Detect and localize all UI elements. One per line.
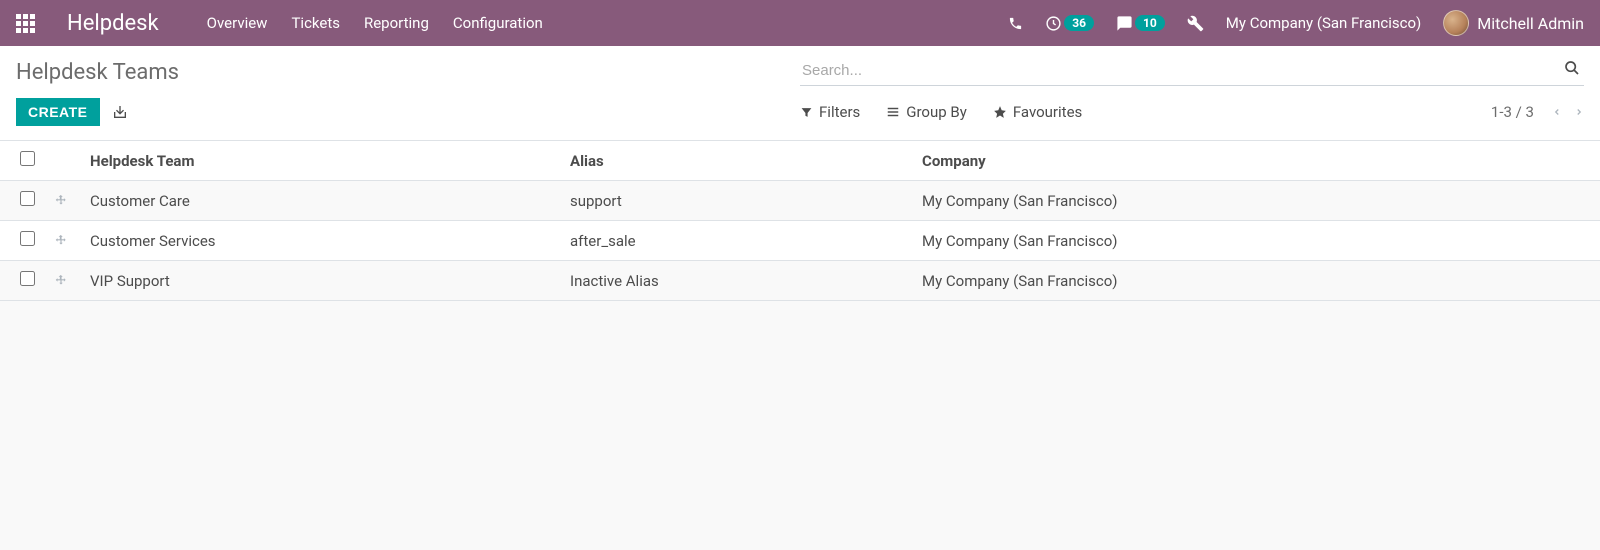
- pager-prev[interactable]: [1552, 104, 1562, 120]
- groupby-label: Group By: [906, 103, 967, 121]
- select-all-checkbox[interactable]: [20, 151, 35, 166]
- app-title[interactable]: Helpdesk: [67, 11, 159, 36]
- star-icon: [993, 105, 1007, 119]
- nav-reporting[interactable]: Reporting: [364, 14, 429, 32]
- nav-tickets[interactable]: Tickets: [291, 14, 340, 32]
- cell-alias: Inactive Alias: [562, 261, 914, 301]
- search-input[interactable]: [800, 58, 1584, 86]
- main-navbar: Helpdesk Overview Tickets Reporting Conf…: [0, 0, 1600, 46]
- nav-overview[interactable]: Overview: [207, 14, 268, 32]
- discuss-badge: 10: [1135, 15, 1165, 31]
- cell-company: My Company (San Francisco): [914, 181, 1600, 221]
- cell-alias: after_sale: [562, 221, 914, 261]
- cell-alias: support: [562, 181, 914, 221]
- header-company[interactable]: Company: [914, 141, 1600, 181]
- search-wrap: [800, 58, 1584, 86]
- cell-company: My Company (San Francisco): [914, 221, 1600, 261]
- drag-handle-icon[interactable]: [54, 194, 74, 208]
- user-menu[interactable]: Mitchell Admin: [1443, 10, 1584, 36]
- company-switcher[interactable]: My Company (San Francisco): [1226, 14, 1421, 32]
- header-alias[interactable]: Alias: [562, 141, 914, 181]
- cell-team: Customer Care: [82, 181, 562, 221]
- table-row[interactable]: VIP SupportInactive AliasMy Company (San…: [0, 261, 1600, 301]
- table-row[interactable]: Customer CaresupportMy Company (San Fran…: [0, 181, 1600, 221]
- drag-handle-icon[interactable]: [54, 234, 74, 248]
- filters-label: Filters: [819, 103, 860, 121]
- search-icon[interactable]: [1564, 60, 1580, 76]
- list-view: Helpdesk Team Alias Company Customer Car…: [0, 141, 1600, 301]
- favourites-label: Favourites: [1013, 103, 1082, 121]
- nav-configuration[interactable]: Configuration: [453, 14, 543, 32]
- debug-icon[interactable]: [1187, 15, 1204, 32]
- filters-button[interactable]: Filters: [800, 103, 860, 121]
- filter-icon: [800, 106, 813, 119]
- cell-company: My Company (San Francisco): [914, 261, 1600, 301]
- list-icon: [886, 105, 900, 119]
- row-checkbox[interactable]: [20, 271, 35, 286]
- export-icon[interactable]: [112, 104, 128, 120]
- navbar-right: 36 10 My Company (San Francisco) Mitchel…: [1008, 10, 1584, 36]
- pager-text[interactable]: 1-3 / 3: [1491, 103, 1534, 121]
- control-panel: Helpdesk Teams CREATE Filters Group By F…: [0, 46, 1600, 141]
- pager-next[interactable]: [1574, 104, 1584, 120]
- cell-team: Customer Services: [82, 221, 562, 261]
- discuss-icon[interactable]: 10: [1116, 15, 1165, 32]
- chevron-left-icon: [1552, 104, 1562, 120]
- nav-links: Overview Tickets Reporting Configuration: [207, 14, 543, 32]
- avatar: [1443, 10, 1469, 36]
- groupby-button[interactable]: Group By: [886, 103, 967, 121]
- row-checkbox[interactable]: [20, 231, 35, 246]
- table-row[interactable]: Customer Servicesafter_saleMy Company (S…: [0, 221, 1600, 261]
- breadcrumb: Helpdesk Teams: [16, 60, 179, 85]
- drag-handle-icon[interactable]: [54, 274, 74, 288]
- row-checkbox[interactable]: [20, 191, 35, 206]
- chevron-right-icon: [1574, 104, 1584, 120]
- user-name: Mitchell Admin: [1477, 14, 1584, 33]
- create-button[interactable]: CREATE: [16, 98, 100, 126]
- teams-table: Helpdesk Team Alias Company Customer Car…: [0, 141, 1600, 301]
- apps-menu-icon[interactable]: [16, 14, 35, 33]
- header-team[interactable]: Helpdesk Team: [82, 141, 562, 181]
- activities-icon[interactable]: 36: [1045, 15, 1094, 32]
- activities-badge: 36: [1064, 15, 1094, 31]
- phone-icon[interactable]: [1008, 16, 1023, 31]
- cell-team: VIP Support: [82, 261, 562, 301]
- favourites-button[interactable]: Favourites: [993, 103, 1082, 121]
